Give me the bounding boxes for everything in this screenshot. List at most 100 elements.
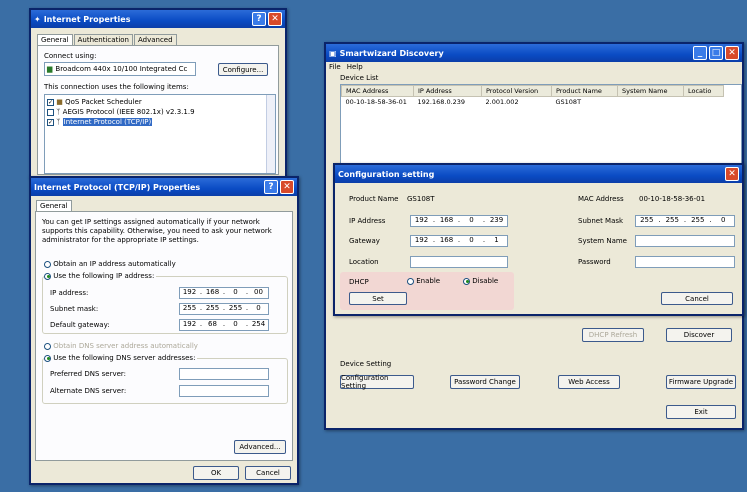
help-icon[interactable]: ? [264, 180, 278, 194]
radio[interactable] [44, 354, 51, 362]
preferred-dns-label: Preferred DNS server: [50, 370, 127, 378]
default-gateway-label: Default gateway: [50, 321, 110, 329]
menu-help[interactable]: Help [347, 63, 363, 71]
radio[interactable] [44, 272, 51, 280]
gateway-field[interactable]: 192. 168. 0. 1 [410, 235, 508, 247]
close-icon[interactable]: ✕ [725, 46, 739, 60]
subnet-mask-label: Subnet mask: [50, 305, 99, 313]
protocol-icon: ᛉ [56, 118, 61, 126]
column-header[interactable]: Protocol Version [481, 85, 552, 97]
tcpip-properties-window: Internet Protocol (TCP/IP) Properties ? … [29, 176, 299, 485]
table-header: MAC Address IP Address Protocol Version … [341, 85, 724, 97]
internet-properties-titlebar[interactable]: ✦ Internet Properties ? ✕ [31, 10, 285, 28]
cancel-button[interactable]: Cancel [661, 292, 733, 305]
window-title: Internet Properties [43, 14, 131, 24]
minimize-icon[interactable]: _ [693, 46, 707, 60]
ip-address-label: IP Address [349, 217, 386, 225]
ip-address-field[interactable]: 192. 168. 0. 00 [179, 287, 269, 299]
radio[interactable] [463, 277, 470, 285]
configuration-setting-button[interactable]: Configuration Setting [340, 374, 414, 390]
password-label: Password [578, 258, 611, 266]
checkbox[interactable] [47, 108, 54, 116]
window-title: Internet Protocol (TCP/IP) Properties [34, 182, 201, 192]
menu-bar: File Help [329, 63, 363, 71]
configuration-titlebar[interactable]: Configuration setting ✕ [335, 165, 742, 183]
use-following-dns-option[interactable]: Use the following DNS server addresses: [44, 354, 198, 362]
column-header[interactable]: IP Address [413, 85, 482, 97]
qos-icon: ■ [56, 98, 63, 106]
items-list: ✓ ■ QoS Packet Scheduler ᛉ AEGIS Protoco… [44, 94, 276, 174]
discover-button[interactable]: Discover [666, 328, 732, 342]
firmware-upgrade-button[interactable]: Firmware Upgrade [666, 375, 736, 389]
alternate-dns-label: Alternate DNS server: [50, 387, 127, 395]
web-access-button[interactable]: Web Access [558, 375, 620, 389]
ok-button[interactable]: OK [193, 466, 239, 480]
maximize-icon[interactable]: □ [709, 46, 723, 60]
product-name-label: Product Name [349, 195, 399, 203]
dhcp-label: DHCP [349, 278, 369, 286]
table-row[interactable]: 00-10-18-58-36-01 192.168.0.239 2.001.00… [342, 97, 724, 108]
alternate-dns-field[interactable] [179, 385, 269, 397]
smartwizard-titlebar[interactable]: ▣ Smartwizard Discovery _ □ ✕ [326, 44, 742, 62]
internet-properties-window: ✦ Internet Properties ? ✕ General Authen… [29, 8, 287, 178]
list-scrollbar[interactable] [266, 95, 275, 173]
adapter-field: ▆ Broadcom 440x 10/100 Integrated Cc [44, 62, 196, 76]
column-header[interactable]: Product Name [551, 85, 618, 97]
configuration-setting-window: Configuration setting ✕ Product Name GS1… [333, 163, 744, 316]
dns-group [42, 358, 288, 404]
column-header[interactable]: Locatio [683, 85, 724, 97]
protocol-icon: ᛉ [56, 108, 61, 116]
device-setting-label: Device Setting [340, 360, 392, 368]
set-button[interactable]: Set [349, 292, 407, 305]
close-icon[interactable]: ✕ [725, 167, 739, 181]
obtain-dns-auto-option[interactable]: Obtain DNS server address automatically [44, 342, 198, 350]
list-item[interactable]: ᛉ AEGIS Protocol (IEEE 802.1x) v2.3.1.9 [47, 108, 195, 116]
use-following-ip-option[interactable]: Use the following IP address: [44, 272, 157, 280]
password-change-button[interactable]: Password Change [450, 375, 520, 389]
window-title: Configuration setting [338, 169, 435, 179]
radio[interactable] [44, 342, 51, 350]
tab-panel: You can get IP settings assigned automat… [35, 211, 293, 461]
dhcp-enable-option[interactable]: Enable [407, 277, 440, 285]
device-list-table: MAC Address IP Address Protocol Version … [340, 84, 742, 168]
default-gateway-field[interactable]: 192. 68. 0. 254 [179, 319, 269, 331]
checkbox[interactable]: ✓ [47, 98, 54, 106]
system-name-label: System Name [578, 237, 627, 245]
close-icon[interactable]: ✕ [280, 180, 294, 194]
system-name-field[interactable] [635, 235, 735, 247]
advanced-button[interactable]: Advanced... [234, 440, 286, 454]
preferred-dns-field[interactable] [179, 368, 269, 380]
list-item[interactable]: ✓ ᛉ Internet Protocol (TCP/IP) [47, 118, 153, 126]
location-label: Location [349, 258, 379, 266]
menu-file[interactable]: File [329, 63, 341, 71]
mac-address-value: 00-10-18-58-36-01 [639, 195, 706, 203]
product-name-value: GS108T [407, 195, 435, 203]
help-icon[interactable]: ? [252, 12, 266, 26]
cancel-button[interactable]: Cancel [245, 466, 291, 480]
list-item[interactable]: ✓ ■ QoS Packet Scheduler [47, 98, 142, 106]
password-field[interactable] [635, 256, 735, 268]
column-header[interactable]: System Name [617, 85, 684, 97]
tcpip-titlebar[interactable]: Internet Protocol (TCP/IP) Properties ? … [31, 178, 297, 196]
dhcp-refresh-button[interactable]: DHCP Refresh [582, 328, 644, 342]
close-icon[interactable]: ✕ [268, 12, 282, 26]
column-header[interactable]: MAC Address [341, 85, 414, 97]
obtain-ip-auto-option[interactable]: Obtain an IP address automatically [44, 260, 176, 268]
exit-button[interactable]: Exit [666, 405, 736, 419]
location-field[interactable] [410, 256, 508, 268]
subnet-mask-field[interactable]: 255. 255. 255. 0 [635, 215, 735, 227]
radio[interactable] [407, 277, 414, 285]
radio[interactable] [44, 260, 51, 268]
tab-panel: Connect using: ▆ Broadcom 440x 10/100 In… [37, 45, 279, 175]
ip-address-field[interactable]: 192. 168. 0. 239 [410, 215, 508, 227]
subnet-mask-field[interactable]: 255. 255. 255. 0 [179, 303, 269, 315]
configure-button[interactable]: Configure... [218, 63, 268, 76]
dhcp-disable-option[interactable]: Disable [463, 277, 498, 285]
intro-text: You can get IP settings assigned automat… [42, 218, 272, 244]
mac-address-label: MAC Address [578, 195, 624, 203]
tab-general[interactable]: General [36, 200, 72, 211]
adapter-icon: ▆ [47, 65, 53, 73]
device-list-label: Device List [340, 74, 379, 82]
checkbox[interactable]: ✓ [47, 118, 54, 126]
connect-using-label: Connect using: [44, 52, 97, 60]
